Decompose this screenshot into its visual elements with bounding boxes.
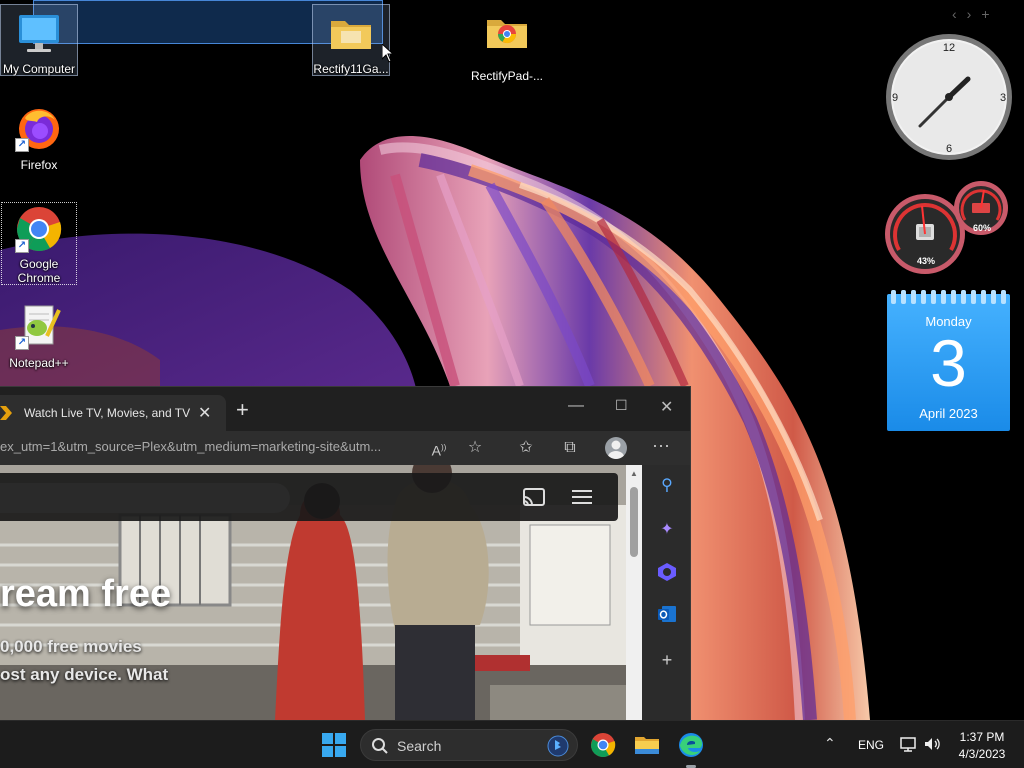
profile-avatar[interactable] (605, 437, 627, 459)
desktop-icon-my-computer[interactable]: My Computer (0, 4, 78, 76)
search-icon (372, 738, 388, 754)
more-menu-icon[interactable]: ··· (650, 436, 672, 459)
taskbar-edge-icon[interactable] (678, 732, 704, 758)
chrome-folder-icon (487, 20, 527, 48)
plex-favicon-icon (0, 406, 12, 420)
hero-subtitle-line-2: ost any device. What (0, 665, 169, 684)
calendar-rings-decoration (891, 290, 1006, 304)
desktop-icon-rectifypad[interactable]: RectifyPad-... (468, 8, 546, 83)
close-window-button[interactable]: ✕ (660, 397, 673, 417)
office-icon[interactable] (656, 561, 678, 583)
taskbar: Search ⌃ ENG 1:37 PM 4/3/2023 (0, 720, 1024, 768)
calendar-date-number: 3 (930, 326, 967, 400)
clock-numeral-3: 3 (1000, 92, 1006, 104)
show-hidden-icons-chevron-icon[interactable]: ⌃ (824, 735, 836, 752)
desktop-icon-google-chrome[interactable]: ↗ Google Chrome (1, 202, 77, 285)
analog-clock-widget[interactable]: 12 3 6 9 (884, 32, 1014, 162)
minimize-button[interactable]: — (568, 397, 584, 415)
input-language-indicator[interactable]: ENG (858, 738, 884, 752)
taskbar-clock-date[interactable]: 4/3/2023 (940, 747, 1024, 761)
shortcut-arrow-icon: ↗ (15, 239, 29, 253)
cpu-meter-widget[interactable] (884, 180, 1014, 276)
clock-numeral-9: 9 (892, 92, 898, 104)
chevron-left-icon[interactable]: ‹ (952, 6, 967, 22)
new-tab-button[interactable]: + (236, 399, 249, 421)
desktop-icon-notepad-plus-plus[interactable]: ↗ Notepad++ (0, 302, 78, 370)
folder-icon (331, 21, 371, 49)
page-scrollbar[interactable]: ▲ (626, 465, 642, 720)
clock-numeral-12: 12 (943, 42, 955, 54)
outlook-icon[interactable] (656, 603, 678, 625)
windows-start-button[interactable] (321, 733, 347, 757)
calendar-widget[interactable]: Monday 3 April 2023 (887, 290, 1010, 431)
monitor-icon (19, 15, 59, 52)
cpu-usage-value: 43% (917, 256, 936, 266)
memory-usage-value: 60% (973, 223, 992, 233)
discover-sparkle-icon[interactable]: ✦ (656, 519, 678, 541)
notepad-plus-plus-icon: ↗ (15, 302, 63, 350)
taskbar-search-box[interactable]: Search (360, 729, 578, 761)
site-search-input[interactable] (0, 483, 290, 513)
desktop-icon-rectify11-folder[interactable]: Rectify11Ga... (312, 4, 390, 76)
calendar-month-year: April 2023 (919, 406, 978, 421)
firefox-icon: ↗ (15, 104, 63, 152)
plus-icon[interactable]: + (981, 6, 999, 22)
shortcut-arrow-icon: ↗ (15, 336, 29, 350)
address-bar[interactable]: ex_utm=1&utm_source=Plex&utm_medium=mark… (0, 439, 420, 454)
scrollbar-thumb[interactable] (630, 487, 638, 557)
chevron-right-icon[interactable]: › (967, 6, 982, 22)
search-icon[interactable]: ⚲ (656, 475, 678, 497)
clock-numeral-6: 6 (946, 143, 952, 155)
browser-tab-title: Watch Live TV, Movies, and TV Sh (24, 406, 192, 420)
hero-subtitle-line-1: 0,000 free movies (0, 637, 142, 656)
taskbar-clock-time[interactable]: 1:37 PM (940, 730, 1024, 744)
web-page-content[interactable]: ream free 0,000 free movies ost any devi… (0, 465, 626, 720)
add-favorite-icon[interactable]: ☆ (464, 437, 486, 459)
browser-tab-plex[interactable]: Watch Live TV, Movies, and TV Sh ✕ (0, 395, 226, 431)
site-header-bar (0, 473, 618, 521)
desktop-icon-label: Firefox (20, 158, 58, 172)
browser-window[interactable]: Watch Live TV, Movies, and TV Sh ✕ + — ☐… (0, 386, 691, 720)
volume-icon[interactable] (923, 735, 941, 753)
favorites-icon[interactable]: ✩ (515, 437, 537, 459)
taskbar-chrome-icon[interactable] (590, 732, 616, 758)
scroll-up-arrow-icon[interactable]: ▲ (630, 469, 638, 478)
add-sidebar-app-icon[interactable]: + (656, 649, 678, 671)
mouse-cursor-icon (382, 44, 394, 63)
bing-icon[interactable] (547, 735, 569, 757)
desktop-icon-firefox[interactable]: ↗ Firefox (0, 104, 78, 172)
taskbar-search-label: Search (397, 738, 442, 754)
browser-tab-bar: Watch Live TV, Movies, and TV Sh ✕ + — ☐… (0, 387, 690, 431)
cast-icon[interactable] (522, 487, 546, 507)
close-tab-icon[interactable]: ✕ (198, 403, 211, 423)
browser-toolbar: ex_utm=1&utm_source=Plex&utm_medium=mark… (0, 431, 690, 465)
taskbar-file-explorer-icon[interactable] (634, 732, 660, 758)
desktop-icon-label: RectifyPad-... (470, 69, 544, 83)
edge-sidebar: ⚲ ✦ + (642, 465, 690, 720)
hamburger-menu-icon[interactable] (572, 489, 592, 505)
hero-title: ream free (0, 573, 172, 615)
chrome-icon: ↗ (15, 205, 63, 253)
collections-icon[interactable]: ⧉ (559, 437, 581, 459)
desktop-icon-label: Google Chrome (17, 257, 61, 285)
desktop-icon-label: Rectify11Ga... (313, 62, 389, 76)
desktop-icon-label: Notepad++ (9, 356, 69, 370)
widget-navigation[interactable]: ‹›+ (952, 6, 1000, 22)
network-icon[interactable] (899, 735, 917, 753)
desktop-icon-label: My Computer (2, 62, 76, 76)
read-aloud-icon[interactable]: A)) (428, 437, 450, 459)
shortcut-arrow-icon: ↗ (15, 138, 29, 152)
maximize-button[interactable]: ☐ (615, 397, 628, 414)
